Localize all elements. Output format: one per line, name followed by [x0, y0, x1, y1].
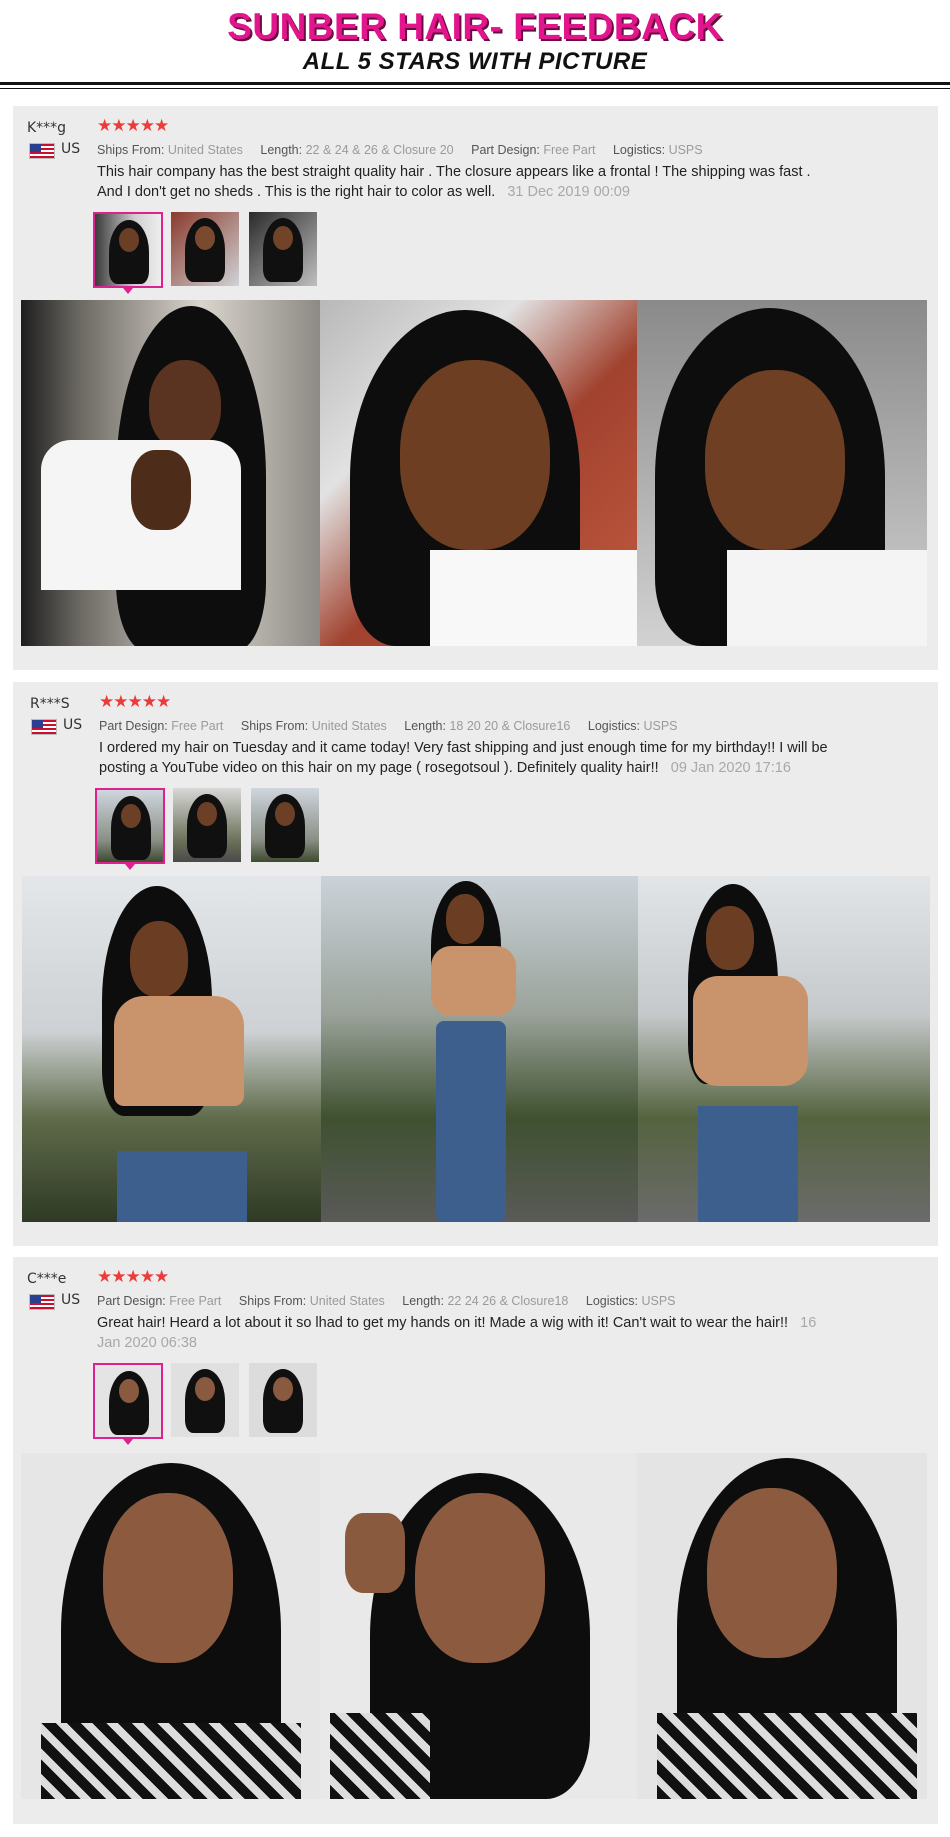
review-photo[interactable] [637, 1453, 927, 1799]
meta-value: USPS [643, 719, 678, 733]
photo-gallery [21, 1453, 927, 1799]
page-title: SUNBER HAIR- FEEDBACK [227, 6, 723, 47]
meta-value: 18 20 20 & Closure16 [449, 719, 571, 733]
meta-label: Part Design: [471, 143, 540, 157]
review-text-block: Great hair! Heard a lot about it so lhad… [97, 1313, 827, 1353]
star-rating: ★★★★★ [97, 116, 169, 136]
reviewer-country: US [61, 1292, 81, 1308]
meta-label: Part Design: [97, 1294, 166, 1308]
review-text: This hair company has the best straight … [97, 164, 811, 200]
header-divider-thin [0, 88, 950, 89]
photo-thumbnail[interactable] [249, 1363, 317, 1437]
photo-thumbnail[interactable] [171, 1363, 239, 1437]
selected-pointer-icon [125, 864, 135, 870]
meta-label: Length: [404, 719, 446, 733]
review-date: 31 Dec 2019 00:09 [507, 184, 630, 200]
meta-label: Length: [402, 1294, 444, 1308]
meta-label: Length: [260, 143, 303, 157]
photo-thumbnail-selected[interactable] [93, 1363, 163, 1439]
review-text-block: I ordered my hair on Tuesday and it came… [99, 738, 829, 778]
review-photo[interactable] [638, 876, 930, 1222]
review-meta: Part Design: Free Part Ships From: Unite… [97, 1294, 676, 1308]
reviewer-name: R***S [30, 696, 70, 712]
photo-thumbnail-selected[interactable] [93, 212, 163, 288]
review-photo[interactable] [21, 1453, 320, 1799]
photo-thumbnail[interactable] [251, 788, 319, 862]
star-rating: ★★★★★ [97, 1267, 169, 1287]
review-photo[interactable] [321, 876, 638, 1222]
us-flag-icon [29, 1294, 55, 1310]
meta-value: 22 24 26 & Closure18 [447, 1294, 569, 1308]
star-rating: ★★★★★ [99, 692, 171, 712]
meta-value: USPS [668, 143, 703, 157]
meta-value: United States [311, 719, 387, 733]
review-photo[interactable] [320, 1453, 637, 1799]
meta-label: Logistics: [585, 1294, 638, 1308]
meta-label: Logistics: [612, 143, 666, 157]
selected-pointer-icon [123, 288, 133, 294]
review-text: Great hair! Heard a lot about it so lhad… [97, 1315, 789, 1331]
review-photo[interactable] [320, 300, 637, 646]
photo-gallery [21, 300, 927, 646]
header-divider [0, 82, 950, 85]
photo-gallery [22, 876, 930, 1222]
review-date: 09 Jan 2020 17:16 [670, 760, 791, 776]
meta-label: Ships From: [238, 1294, 307, 1308]
meta-value: United States [309, 1294, 385, 1308]
review-photo[interactable] [21, 300, 320, 646]
review-card: C***e US ★★★★★ Part Design: Free Part Sh… [13, 1257, 938, 1824]
reviewer-name: K***g [27, 120, 67, 136]
meta-label: Part Design: [99, 719, 168, 733]
meta-value: United States [167, 143, 243, 157]
us-flag-icon [31, 719, 57, 735]
meta-value: Free Part [171, 719, 224, 733]
review-card: K***g US ★★★★★ Ships From: United States… [13, 106, 938, 670]
photo-thumbnail[interactable] [249, 212, 317, 286]
meta-value: Free Part [169, 1294, 222, 1308]
meta-label: Ships From: [240, 719, 309, 733]
page-header: SUNBER HAIR- FEEDBACK ALL 5 STARS WITH P… [0, 0, 950, 90]
meta-label: Ships From: [97, 143, 165, 157]
meta-value: 22 & 24 & 26 & Closure 20 [305, 143, 454, 157]
meta-value: Free Part [543, 143, 596, 157]
review-meta: Part Design: Free Part Ships From: Unite… [99, 719, 678, 733]
reviewer-country: US [63, 717, 83, 733]
reviewer-name: C***e [27, 1271, 67, 1287]
review-card: R***S US ★★★★★ Part Design: Free Part Sh… [13, 682, 938, 1246]
photo-thumbnail[interactable] [171, 212, 239, 286]
page-subtitle: ALL 5 STARS WITH PICTURE [302, 48, 648, 75]
meta-value: USPS [641, 1294, 676, 1308]
review-photo[interactable] [22, 876, 321, 1222]
photo-thumbnail[interactable] [173, 788, 241, 862]
us-flag-icon [29, 143, 55, 159]
reviewer-country: US [61, 141, 81, 157]
meta-label: Logistics: [587, 719, 640, 733]
photo-thumbnail-selected[interactable] [95, 788, 165, 864]
review-meta: Ships From: United States Length: 22 & 2… [97, 143, 703, 157]
review-photo[interactable] [637, 300, 927, 646]
selected-pointer-icon [123, 1439, 133, 1445]
review-text-block: This hair company has the best straight … [97, 162, 827, 202]
